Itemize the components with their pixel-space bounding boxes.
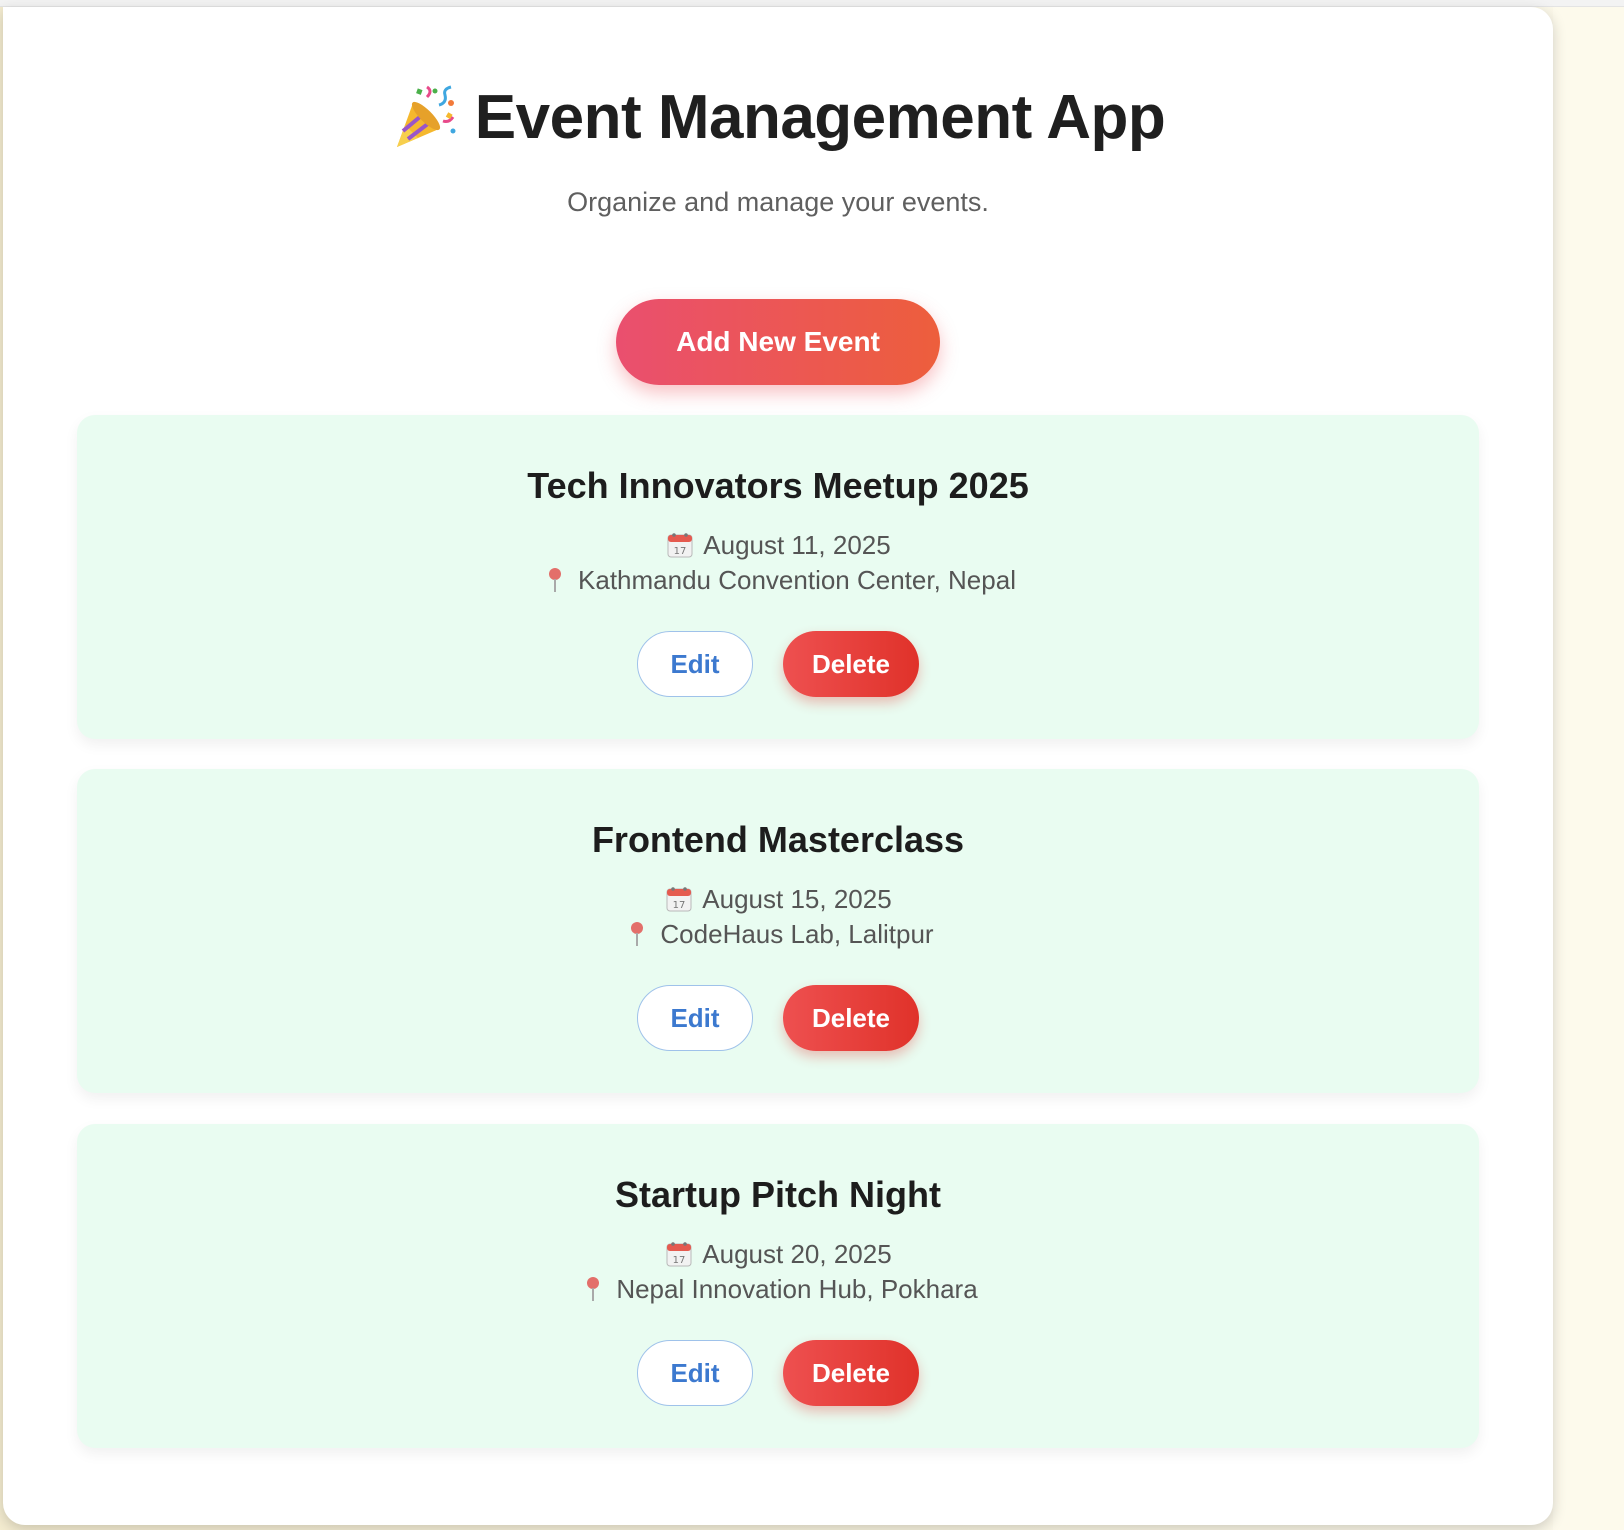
event-location: Kathmandu Convention Center, Nepal [77,563,1479,597]
calendar-icon: 17 [665,530,695,560]
event-location: Nepal Innovation Hub, Pokhara [77,1272,1479,1306]
calendar-icon: 17 [664,1239,694,1269]
event-location-text: CodeHaus Lab, Lalitpur [660,918,934,949]
map-pin-icon [622,919,652,949]
event-card: Tech Innovators Meetup 2025 17 August 11… [77,415,1479,739]
event-date: 17 August 15, 2025 [77,882,1479,916]
event-date-text: August 20, 2025 [702,1238,892,1269]
svg-text:17: 17 [674,546,687,557]
app-header: Event Management App [3,77,1553,157]
page-subtitle: Organize and manage your events. [567,187,989,217]
event-date: 17 August 11, 2025 [77,528,1479,562]
add-new-event-button[interactable]: Add New Event [616,299,940,385]
event-location-text: Kathmandu Convention Center, Nepal [578,564,1016,595]
map-pin-icon [578,1274,608,1304]
event-date-text: August 11, 2025 [703,529,891,560]
svg-text:17: 17 [673,900,686,911]
event-title: Tech Innovators Meetup 2025 [527,465,1029,506]
browser-top-edge [0,0,1624,7]
event-location: CodeHaus Lab, Lalitpur [77,917,1479,951]
event-card: Startup Pitch Night 17 August 20, 2025 N… [77,1124,1479,1448]
app-container: Event Management App Organize and manage… [3,7,1553,1525]
event-title: Startup Pitch Night [615,1174,941,1215]
delete-event-button[interactable]: Delete [783,985,919,1051]
map-pin-icon [540,565,570,595]
event-card: Frontend Masterclass 17 August 15, 2025 … [77,769,1479,1093]
edit-event-button[interactable]: Edit [637,1340,753,1406]
edit-event-button[interactable]: Edit [637,985,753,1051]
event-actions: Edit Delete [77,1340,1479,1406]
party-popper-icon [391,83,459,151]
event-date-text: August 15, 2025 [702,883,892,914]
page-title: Event Management App [474,82,1166,152]
edit-event-button[interactable]: Edit [637,631,753,697]
event-date: 17 August 20, 2025 [77,1237,1479,1271]
delete-event-button[interactable]: Delete [783,631,919,697]
svg-text:17: 17 [673,1255,686,1266]
event-actions: Edit Delete [77,631,1479,697]
event-actions: Edit Delete [77,985,1479,1051]
event-title: Frontend Masterclass [591,819,965,860]
delete-event-button[interactable]: Delete [783,1340,919,1406]
page-background [1553,7,1624,1530]
event-location-text: Nepal Innovation Hub, Pokhara [616,1273,978,1304]
calendar-icon: 17 [664,884,694,914]
